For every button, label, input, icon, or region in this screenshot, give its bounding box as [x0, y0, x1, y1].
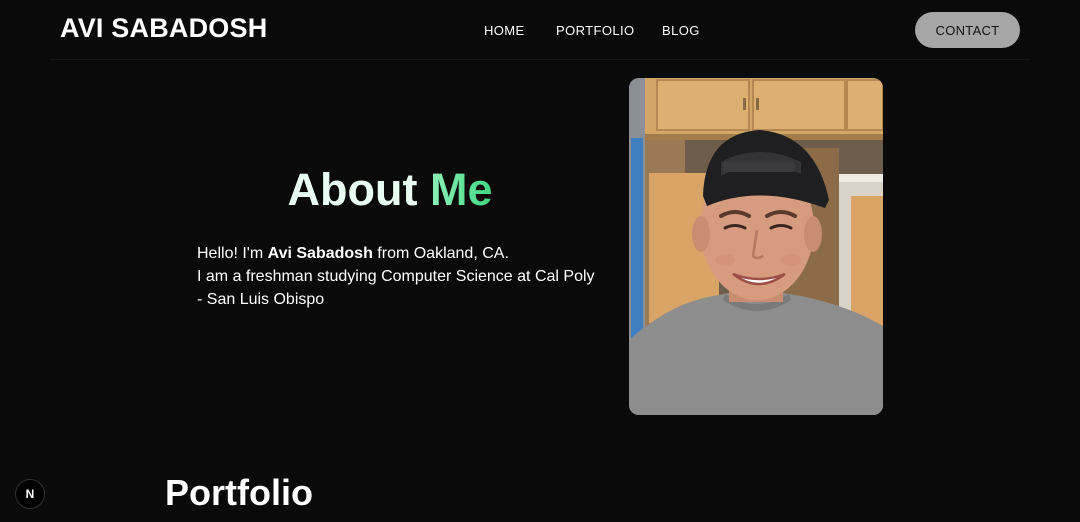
nav-link-home[interactable]: HOME [484, 23, 525, 38]
about-title-word-1: About [287, 164, 418, 215]
portfolio-section-title: Portfolio [165, 472, 313, 513]
page: AVI SABADOSH HOME PORTFOLIO BLOG CONTACT… [0, 0, 1080, 522]
about-line-2: I am a freshman studying Computer Scienc… [197, 268, 595, 285]
brand-logo-text[interactable]: AVI SABADOSH [60, 13, 267, 44]
nav-link-blog[interactable]: BLOG [662, 23, 700, 38]
nextjs-logo-icon[interactable]: N [15, 479, 45, 509]
about-title-word-2: Me [429, 164, 493, 215]
intro-prefix: Hello! I'm [197, 245, 268, 262]
about-line-3: - San Luis Obispo [197, 291, 325, 308]
header-divider [50, 59, 1030, 60]
profile-photo [629, 78, 883, 415]
intro-suffix: from Oakland, CA. [372, 245, 509, 262]
nextjs-badge-letter: N [25, 487, 35, 501]
author-name: Avi Sabadosh [267, 245, 373, 262]
nav-link-portfolio[interactable]: PORTFOLIO [556, 23, 634, 38]
contact-button[interactable]: CONTACT [915, 12, 1020, 48]
about-description: Hello! I'm Avi Sabadosh from Oakland, CA… [197, 242, 597, 311]
site-header: AVI SABADOSH HOME PORTFOLIO BLOG CONTACT [0, 0, 1080, 60]
about-title: About Me [190, 163, 590, 217]
about-line-1: Hello! I'm Avi Sabadosh from Oakland, CA… [197, 242, 597, 265]
